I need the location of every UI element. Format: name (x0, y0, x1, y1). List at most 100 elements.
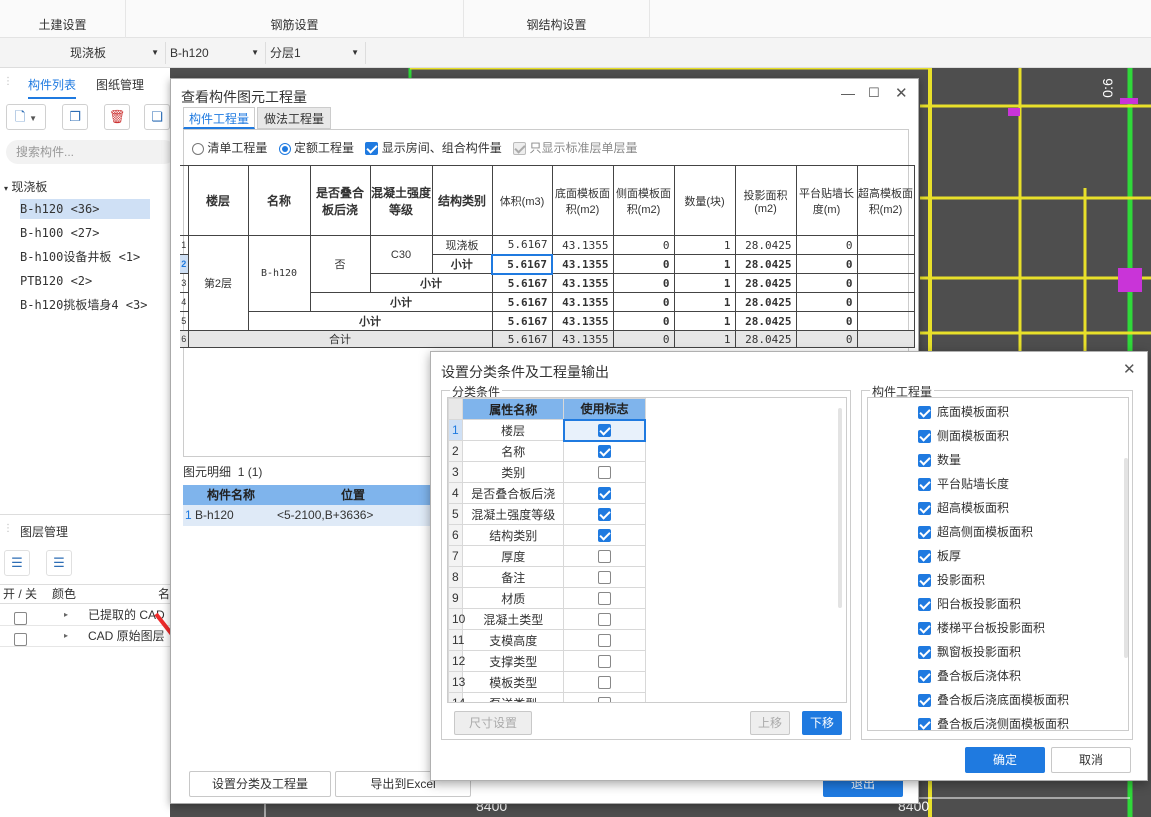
move-down-button[interactable]: 下移 (802, 711, 842, 735)
layer-select[interactable]: 分层1 ▼ (266, 42, 366, 64)
condition-row[interactable]: 6 结构类别 (448, 524, 646, 546)
quantity-checkbox[interactable] (918, 430, 931, 444)
tree-item[interactable]: B-h120挑板墙身4 <3> (20, 295, 147, 315)
menu-rebar-settings[interactable]: 钢筋设置 (126, 0, 464, 38)
quantity-item[interactable]: 数量 (918, 450, 961, 470)
use-flag-cell[interactable] (563, 482, 646, 504)
quantity-checkbox[interactable] (918, 406, 931, 420)
layer-row[interactable]: ▸ CAD 原始图层 (0, 626, 170, 647)
use-flag-cell[interactable] (563, 503, 646, 525)
use-flag-checkbox[interactable] (597, 592, 611, 606)
show-rooms-checkbox[interactable] (365, 142, 379, 156)
quantity-item[interactable]: 飘窗板投影面积 (918, 642, 1021, 662)
use-flag-checkbox[interactable] (597, 634, 611, 648)
set-classify-button[interactable]: 设置分类及工程量 (189, 771, 331, 797)
close-icon[interactable]: ✕ (1123, 360, 1136, 378)
tree-item[interactable]: B-h100设备井板 <1> (20, 247, 140, 267)
condition-row[interactable]: 13 模板类型 (448, 671, 646, 693)
layer-toggle-checkbox[interactable] (14, 633, 27, 647)
quantity-item[interactable]: 侧面模板面积 (918, 426, 1009, 446)
use-flag-checkbox[interactable] (597, 445, 611, 459)
use-flag-checkbox[interactable] (597, 550, 611, 564)
type-select[interactable]: 现浇板 ▼ (66, 42, 166, 64)
tab-component-quantity[interactable]: 构件工程量 (183, 107, 255, 129)
table-row[interactable]: 6 合计 5.6167 43.1355 0 1 28.0425 0 (180, 330, 915, 348)
maximize-icon[interactable]: ☐ (868, 85, 880, 101)
move-up-button[interactable]: 上移 (750, 711, 790, 735)
quantity-checkbox[interactable] (918, 454, 931, 468)
quantity-item[interactable]: 阳台板投影面积 (918, 594, 1021, 614)
use-flag-cell[interactable] (563, 608, 646, 630)
use-flag-checkbox[interactable] (597, 424, 611, 438)
use-flag-cell[interactable] (563, 545, 646, 567)
condition-row[interactable]: 4 是否叠合板后浇 (448, 482, 646, 504)
use-flag-checkbox[interactable] (597, 613, 611, 627)
quantity-checkbox[interactable] (918, 550, 931, 564)
cancel-button[interactable]: 取消 (1051, 747, 1131, 773)
quantity-item[interactable]: 超高模板面积 (918, 498, 1009, 518)
use-flag-checkbox[interactable] (597, 529, 611, 543)
use-flag-checkbox[interactable] (597, 697, 611, 702)
condition-row[interactable]: 3 类别 (448, 461, 646, 483)
search-input[interactable]: 搜索构件... (6, 140, 176, 164)
tree-item[interactable]: B-h120 <36> (20, 199, 150, 219)
close-icon[interactable]: ✕ (895, 84, 908, 102)
quantity-checkbox[interactable] (918, 622, 931, 636)
detail-row[interactable]: 1 B-h120 <5-2100,B+3636> (183, 505, 443, 526)
condition-row[interactable]: 7 厚度 (448, 545, 646, 567)
quantity-checkbox[interactable] (918, 694, 931, 708)
layer-row[interactable]: ▸ 已提取的 CAD (0, 605, 170, 626)
condition-row[interactable]: 2 名称 (448, 440, 646, 462)
quantity-checkbox[interactable] (918, 646, 931, 660)
quantity-checkbox[interactable] (918, 478, 931, 492)
ok-button[interactable]: 确定 (965, 747, 1045, 773)
quantity-item[interactable]: 叠合板后浇体积 (918, 666, 1021, 686)
condition-row[interactable]: 1 楼层 (448, 418, 647, 442)
layer-toggle-checkbox[interactable] (14, 612, 27, 626)
use-flag-checkbox[interactable] (597, 466, 611, 480)
use-flag-checkbox[interactable] (597, 487, 611, 501)
expand-icon[interactable]: ▸ (64, 626, 68, 646)
quantity-item[interactable]: 叠合板后浇底面模板面积 (918, 690, 1069, 710)
layer-tool-button-1[interactable]: ☰ (4, 550, 30, 576)
quantity-item[interactable]: 投影面积 (918, 570, 985, 590)
quantity-item[interactable]: 平台贴墙长度 (918, 474, 1009, 494)
condition-row[interactable]: 9 材质 (448, 587, 646, 609)
condition-row[interactable]: 8 备注 (448, 566, 646, 588)
condition-row[interactable]: 14泵送类型 (448, 692, 646, 702)
condition-row[interactable]: 5 混凝土强度等级 (448, 503, 646, 525)
use-flag-cell[interactable] (563, 650, 646, 672)
quantity-checkbox[interactable] (918, 502, 931, 516)
quantity-item[interactable]: 楼梯平台板投影面积 (918, 618, 1045, 638)
use-flag-checkbox[interactable] (597, 676, 611, 690)
use-flag-cell[interactable] (563, 671, 646, 693)
menu-civil-settings[interactable]: 土建设置 (0, 0, 126, 38)
copy-button[interactable]: ❐ (62, 104, 88, 130)
vertical-scrollbar[interactable] (1124, 458, 1128, 658)
condition-row[interactable]: 11 支模高度 (448, 629, 646, 651)
new-component-button[interactable]: 🗋 ▼ (6, 104, 46, 130)
tree-item[interactable]: PTB120 <2> (20, 271, 92, 291)
condition-row[interactable]: 12 支撑类型 (448, 650, 646, 672)
use-flag-cell[interactable] (562, 418, 647, 442)
use-flag-cell[interactable] (563, 587, 646, 609)
radio-quota-quantity[interactable] (278, 142, 291, 155)
tab-method-quantity[interactable]: 做法工程量 (257, 107, 331, 129)
vertical-scrollbar[interactable] (838, 408, 842, 608)
quantity-checkbox[interactable] (918, 574, 931, 588)
use-flag-checkbox[interactable] (597, 508, 611, 522)
quantity-checkbox[interactable] (918, 526, 931, 540)
component-select[interactable]: B-h120 ▼ (166, 42, 266, 64)
size-settings-button[interactable]: 尺寸设置 (454, 711, 532, 735)
table-row[interactable]: 1 第2层 B-h120 否 C30 现浇板 5.6167 43.1355 0 … (180, 235, 915, 331)
radio-list-quantity[interactable] (192, 142, 204, 155)
expand-icon[interactable]: ▸ (64, 605, 68, 625)
tree-root[interactable]: ▾ 现浇板 (4, 178, 47, 195)
volume-cell[interactable]: 5.6167 (491, 253, 553, 275)
quantity-item[interactable]: 板厚 (918, 546, 961, 566)
delete-button[interactable]: 🗑 (104, 104, 130, 130)
layer-tool-button-2[interactable]: ☰ (46, 550, 72, 576)
use-flag-cell[interactable] (563, 440, 646, 462)
tree-item[interactable]: B-h100 <27> (20, 223, 99, 243)
table-row[interactable]: 5 小计 5.6167 43.1355 0 1 28.0425 0 (180, 311, 915, 331)
